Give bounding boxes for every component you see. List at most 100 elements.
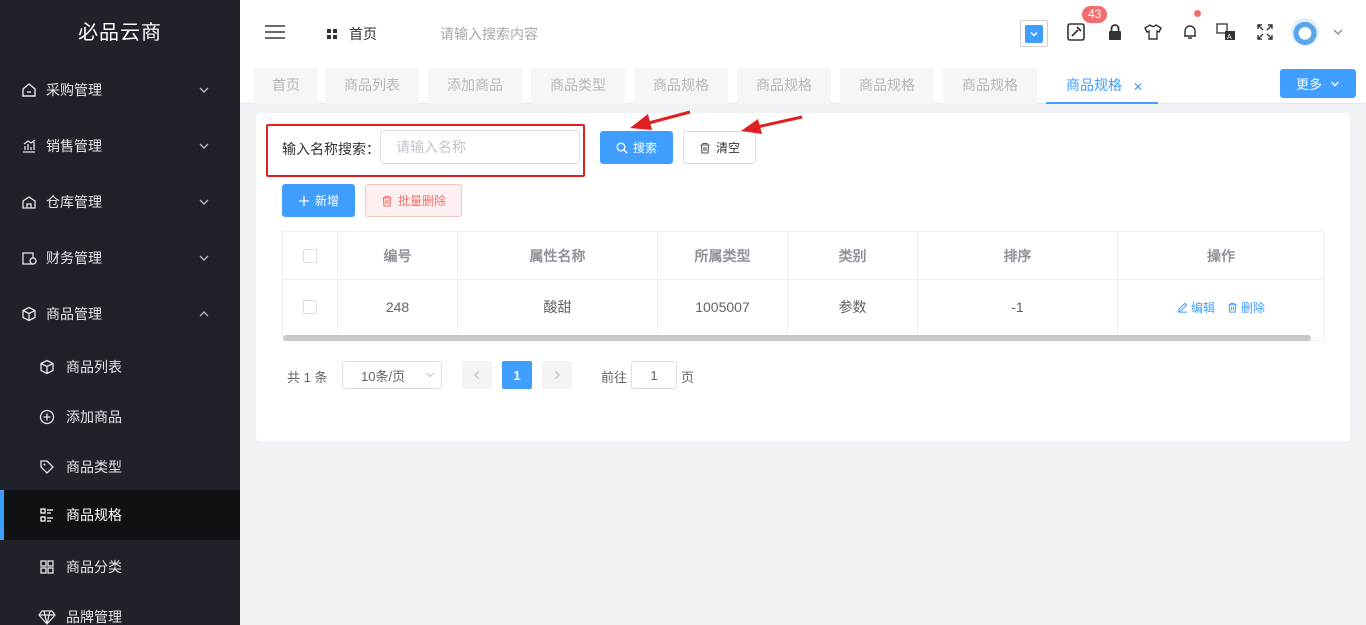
next-page-button[interactable] bbox=[542, 361, 572, 389]
edit-link[interactable]: 编辑 bbox=[1177, 299, 1215, 316]
menu-finance-label: 财务管理 bbox=[46, 250, 102, 266]
tools-icon[interactable] bbox=[1066, 22, 1086, 42]
checkbox[interactable] bbox=[303, 248, 317, 263]
header-select-all[interactable] bbox=[283, 232, 338, 280]
menu-warehouse-label: 仓库管理 bbox=[46, 194, 102, 210]
trash-icon bbox=[1228, 302, 1237, 313]
shirt-icon[interactable] bbox=[1143, 22, 1163, 42]
column-header: 排序 bbox=[918, 232, 1118, 280]
edit-icon bbox=[1177, 302, 1188, 313]
column-header: 操作 bbox=[1118, 232, 1324, 280]
sidebar-item-product-type[interactable]: 商品类型 bbox=[0, 442, 240, 492]
hamburger-icon[interactable] bbox=[265, 24, 285, 40]
search-button-label: 搜索 bbox=[632, 141, 657, 155]
tab-product-spec[interactable]: 商品规格 bbox=[737, 68, 831, 104]
column-header: 编号 bbox=[338, 232, 458, 280]
chevron-left-icon bbox=[474, 371, 479, 379]
tab-home[interactable]: 首页 bbox=[254, 68, 318, 104]
brand-title: 必品云商 bbox=[78, 22, 162, 44]
prev-page-button[interactable] bbox=[462, 361, 492, 389]
menu-purchase-label: 采购管理 bbox=[46, 82, 102, 98]
trash-icon bbox=[382, 195, 392, 207]
more-tabs-label: 更多 bbox=[1295, 77, 1322, 92]
cell-category: 参数 bbox=[788, 280, 918, 334]
avatar[interactable] bbox=[1291, 18, 1319, 46]
batch-delete-label: 批量删除 bbox=[397, 194, 446, 208]
close-icon[interactable]: ✕ bbox=[1133, 80, 1143, 94]
menu-purchase[interactable]: 采购管理 bbox=[0, 62, 240, 118]
sidebar-item-label: 品牌管理 bbox=[66, 609, 122, 625]
page-size-value: 10条/页 bbox=[361, 368, 406, 384]
tab-product-spec[interactable]: 商品规格 bbox=[943, 68, 1037, 104]
menu-product-label: 商品管理 bbox=[46, 306, 102, 322]
spec-list-icon bbox=[38, 506, 56, 524]
cell-actions: 编辑 删除 bbox=[1118, 280, 1324, 334]
finance-icon bbox=[20, 249, 38, 267]
search-button[interactable]: 搜索 bbox=[600, 131, 673, 164]
menu-warehouse[interactable]: 仓库管理 bbox=[0, 174, 240, 230]
menu-finance[interactable]: 财务管理 bbox=[0, 230, 240, 286]
goto-page-input[interactable] bbox=[631, 361, 677, 389]
delete-label: 删除 bbox=[1241, 300, 1266, 315]
chevron-down-icon bbox=[1331, 81, 1339, 86]
diamond-icon bbox=[38, 608, 56, 625]
checkbox[interactable] bbox=[303, 300, 317, 314]
clear-button[interactable]: 清空 bbox=[683, 131, 756, 164]
menu-product[interactable]: 商品管理 bbox=[0, 286, 240, 342]
sidebar-item-brand[interactable]: 品牌管理 bbox=[0, 592, 240, 625]
pagination-total: 共 1 条 bbox=[287, 370, 328, 385]
dashboard-icon bbox=[327, 29, 337, 39]
name-search-input[interactable] bbox=[380, 130, 580, 164]
translate-icon[interactable]: A bbox=[1216, 22, 1236, 42]
column-header: 属性名称 bbox=[458, 232, 658, 280]
chevron-down-icon bbox=[199, 143, 209, 149]
sidebar-item-add-product[interactable]: 添加商品 bbox=[0, 392, 240, 442]
chevron-down-icon[interactable] bbox=[1332, 26, 1344, 38]
grid-icon bbox=[38, 558, 56, 576]
cell-name: 酸甜 bbox=[458, 280, 658, 334]
spec-table: 编号 属性名称 所属类型 类别 排序 操作 248 酸甜 1005007 参数 … bbox=[282, 231, 1324, 341]
menu-sales[interactable]: 销售管理 bbox=[0, 118, 240, 174]
add-button-label: 新增 bbox=[314, 194, 339, 208]
tab-product-list[interactable]: 商品列表 bbox=[325, 68, 419, 104]
cell-id: 248 bbox=[338, 280, 458, 334]
horizontal-scrollbar[interactable] bbox=[283, 335, 1311, 341]
goto-unit: 页 bbox=[681, 370, 695, 385]
tab-product-type[interactable]: 商品类型 bbox=[531, 68, 625, 104]
cube-icon bbox=[38, 358, 56, 376]
page-number-current[interactable]: 1 bbox=[502, 361, 532, 389]
tab-product-spec[interactable]: 商品规格 bbox=[840, 68, 934, 104]
goto-label: 前往 bbox=[601, 370, 628, 385]
top-header: 首页 请输入搜索内容 43 A bbox=[240, 0, 1366, 64]
chevron-down-icon bbox=[199, 255, 209, 261]
tab-product-spec[interactable]: 商品规格 bbox=[634, 68, 728, 104]
sidebar-item-product-spec[interactable]: 商品规格 bbox=[0, 490, 240, 540]
page-size-select[interactable]: 10条/页 bbox=[342, 361, 442, 389]
select-box-icon[interactable] bbox=[1020, 20, 1048, 47]
plus-icon bbox=[298, 195, 309, 206]
breadcrumb-home-label: 首页 bbox=[349, 26, 377, 42]
menu-sales-label: 销售管理 bbox=[46, 138, 102, 154]
product-box-icon bbox=[20, 305, 38, 323]
edit-label: 编辑 bbox=[1190, 300, 1215, 315]
bell-dot bbox=[1194, 10, 1201, 17]
cell-type: 1005007 bbox=[658, 280, 788, 334]
sidebar: 必品云商 采购管理 销售管理 仓库管理 财务管理 商品管理 商品列表 添加商品 … bbox=[0, 0, 240, 625]
breadcrumb-home[interactable]: 首页 bbox=[327, 24, 377, 44]
sidebar-item-product-list[interactable]: 商品列表 bbox=[0, 342, 240, 392]
header-search-input[interactable]: 请输入搜索内容 bbox=[440, 24, 538, 44]
plus-circle-icon bbox=[38, 408, 56, 426]
batch-delete-button[interactable]: 批量删除 bbox=[365, 184, 462, 217]
sidebar-item-product-category[interactable]: 商品分类 bbox=[0, 542, 240, 592]
more-tabs-button[interactable]: 更多 bbox=[1280, 69, 1356, 98]
column-header: 所属类型 bbox=[658, 232, 788, 280]
column-header: 类别 bbox=[788, 232, 918, 280]
delete-link[interactable]: 删除 bbox=[1227, 299, 1265, 316]
fullscreen-icon[interactable] bbox=[1255, 22, 1275, 42]
search-icon bbox=[616, 142, 628, 153]
lock-icon[interactable] bbox=[1105, 22, 1125, 42]
tab-add-product[interactable]: 添加商品 bbox=[428, 68, 522, 104]
row-select[interactable] bbox=[283, 280, 338, 334]
bell-icon[interactable] bbox=[1180, 22, 1200, 42]
add-button[interactable]: 新增 bbox=[282, 184, 355, 217]
